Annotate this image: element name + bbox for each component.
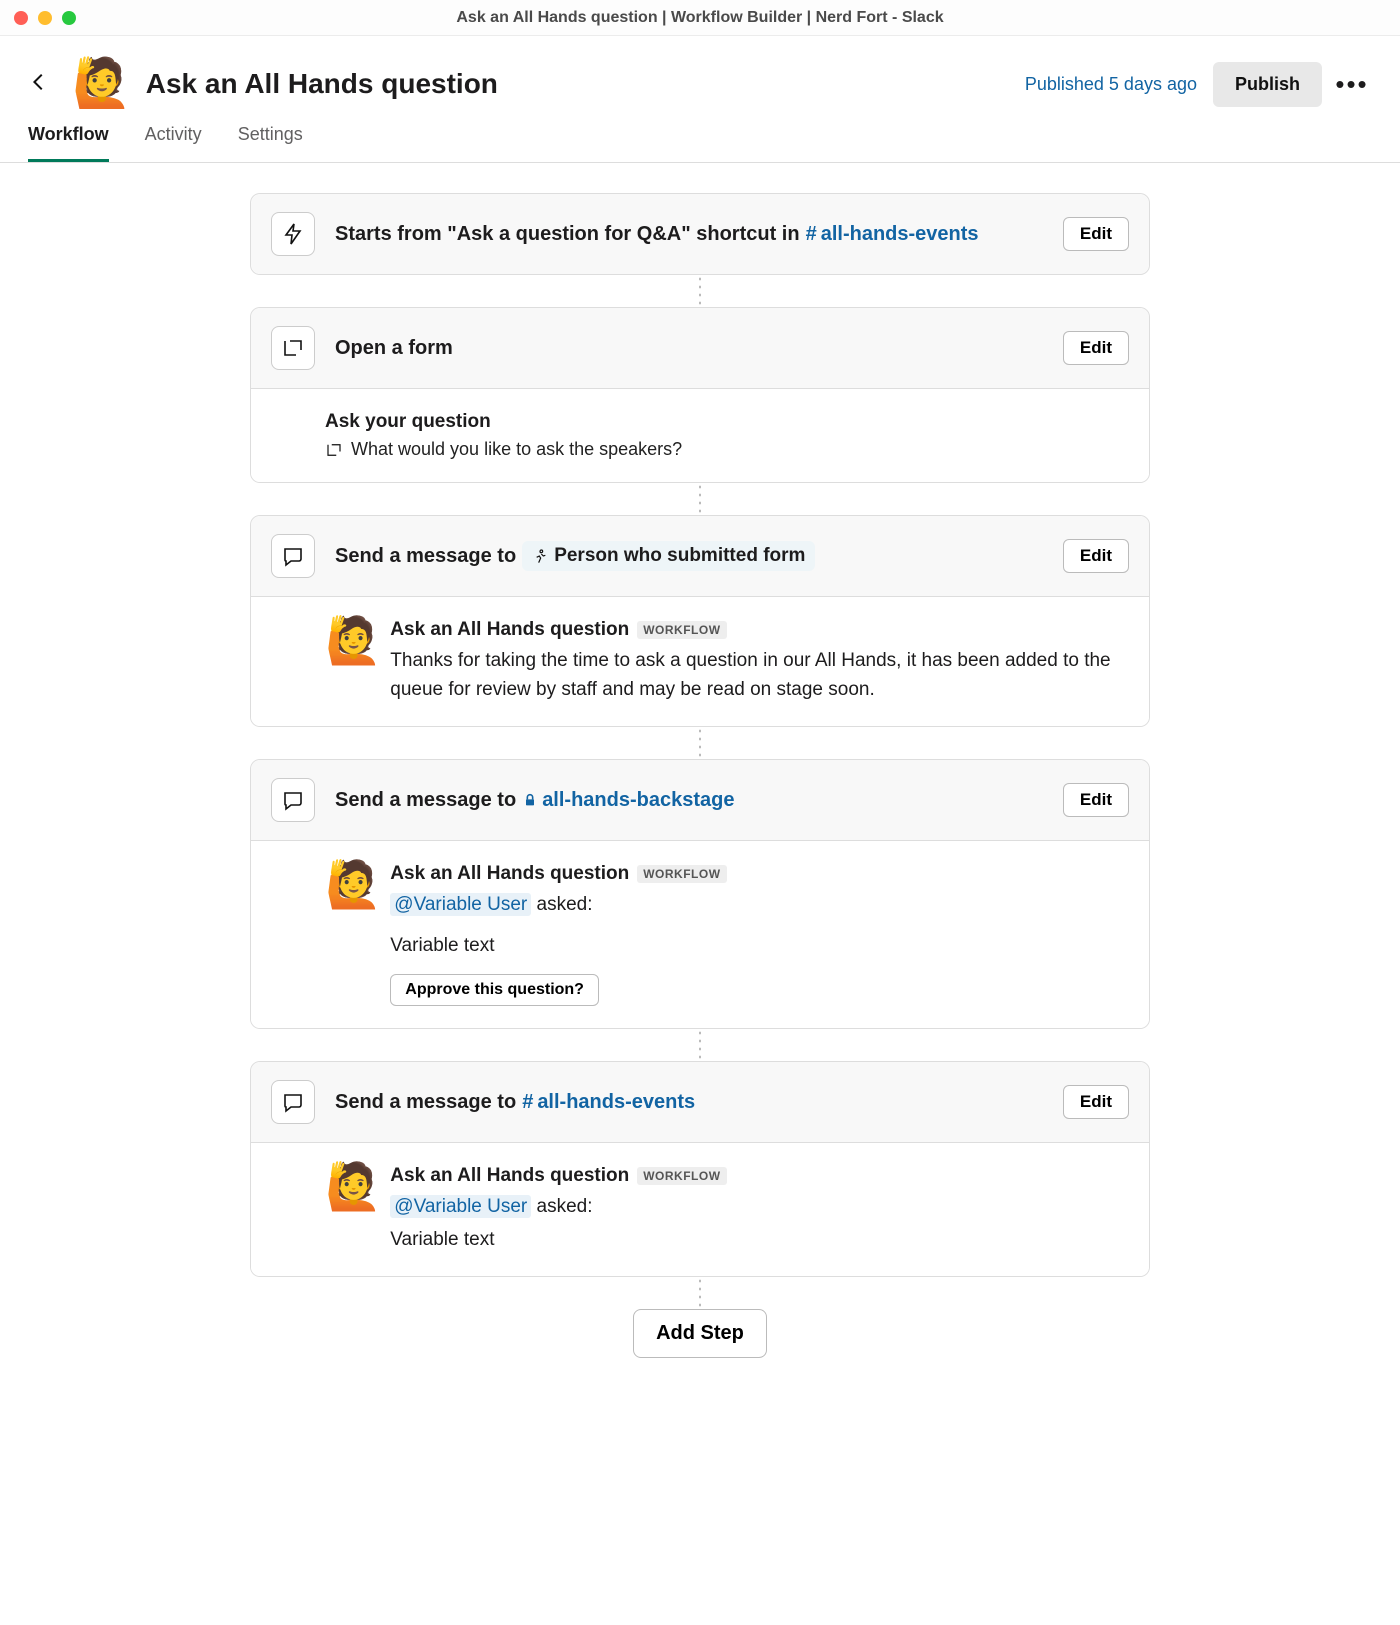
asked-suffix: asked: [537, 894, 593, 915]
step-connector [698, 483, 702, 515]
variable-text: Variable text [390, 1226, 1129, 1255]
step-trigger: Starts from "Ask a question for Q&A" sho… [250, 193, 1150, 275]
page-header: 🙋 Ask an All Hands question Published 5 … [0, 36, 1400, 108]
step-open-form: Open a form Edit Ask your question What … [250, 307, 1150, 483]
zoom-window-icon[interactable] [62, 11, 76, 25]
workflow-app-icon: 🙋 [325, 861, 382, 907]
message-events-title: Send a message to # all-hands-events [335, 1091, 1043, 1114]
tab-activity[interactable]: Activity [145, 124, 202, 162]
workflow-title: Ask an All Hands question [146, 68, 1025, 100]
workflow-emoji-icon: 🙋 [72, 60, 132, 108]
text-input-icon [325, 441, 343, 459]
tabs: Workflow Activity Settings [0, 108, 1400, 163]
minimize-window-icon[interactable] [38, 11, 52, 25]
message-app-name: Ask an All Hands question [390, 619, 629, 641]
message-icon [271, 534, 315, 578]
workflow-badge: WORKFLOW [637, 865, 726, 883]
variable-text: Variable text [390, 932, 1129, 961]
form-icon [271, 326, 315, 370]
workflow-canvas: Starts from "Ask a question for Q&A" sho… [250, 193, 1150, 1358]
trigger-prefix: Starts from "Ask a question for Q&A" sho… [335, 223, 800, 246]
window-title: Ask an All Hands question | Workflow Bui… [456, 9, 943, 27]
message-app-name: Ask an All Hands question [390, 863, 629, 885]
step-message-backstage: Send a message to all-hands-backstage Ed… [250, 759, 1150, 1029]
channel-all-hands-events-2[interactable]: # all-hands-events [522, 1091, 695, 1114]
message-body-text: Thanks for taking the time to ask a ques… [390, 647, 1129, 704]
edit-message-events-button[interactable]: Edit [1063, 1085, 1129, 1119]
workflow-badge: WORKFLOW [637, 621, 726, 639]
message-body: @Variable User asked: [390, 1193, 1129, 1222]
step-message-events: Send a message to # all-hands-events Edi… [250, 1061, 1150, 1277]
back-button[interactable] [28, 71, 50, 97]
step-connector [698, 275, 702, 307]
message-submitter-title: Send a message to Person who submitted f… [335, 541, 1043, 571]
tab-workflow[interactable]: Workflow [28, 124, 109, 162]
step-connector [698, 1277, 702, 1309]
hash-icon: # [806, 223, 817, 246]
form-field-label: Ask your question [325, 411, 1129, 433]
lock-icon [522, 792, 538, 808]
form-step-title: Open a form [335, 337, 1043, 360]
close-window-icon[interactable] [14, 11, 28, 25]
variable-user-mention[interactable]: @Variable User [390, 1195, 531, 1218]
message-icon [271, 1080, 315, 1124]
traffic-lights [0, 11, 76, 25]
edit-message-submitter-button[interactable]: Edit [1063, 539, 1129, 573]
published-status[interactable]: Published 5 days ago [1025, 74, 1197, 95]
lightning-icon [271, 212, 315, 256]
form-field-question: What would you like to ask the speakers? [325, 439, 1129, 460]
message-app-name: Ask an All Hands question [390, 1165, 629, 1187]
step-connector [698, 727, 702, 759]
channel-all-hands-backstage[interactable]: all-hands-backstage [522, 789, 734, 812]
workflow-canvas-scroll[interactable]: Starts from "Ask a question for Q&A" sho… [0, 163, 1400, 1625]
message-icon [271, 778, 315, 822]
workflow-badge: WORKFLOW [637, 1167, 726, 1185]
edit-message-backstage-button[interactable]: Edit [1063, 783, 1129, 817]
workflow-app-icon: 🙋 [325, 1163, 382, 1209]
channel-all-hands-events[interactable]: # all-hands-events [806, 223, 979, 246]
publish-button[interactable]: Publish [1213, 62, 1322, 107]
variable-user-mention[interactable]: @Variable User [390, 893, 531, 916]
edit-form-button[interactable]: Edit [1063, 331, 1129, 365]
edit-trigger-button[interactable]: Edit [1063, 217, 1129, 251]
message-backstage-title: Send a message to all-hands-backstage [335, 789, 1043, 812]
person-submitted-pill[interactable]: Person who submitted form [522, 541, 815, 571]
more-actions-button[interactable]: ••• [1332, 69, 1372, 100]
message-body: @Variable User asked: [390, 891, 1129, 920]
add-step-button[interactable]: Add Step [633, 1309, 767, 1358]
approve-question-button[interactable]: Approve this question? [390, 974, 599, 1006]
trigger-title: Starts from "Ask a question for Q&A" sho… [335, 223, 1043, 246]
tab-settings[interactable]: Settings [238, 124, 303, 162]
asked-suffix: asked: [537, 1196, 593, 1217]
workflow-app-icon: 🙋 [325, 617, 382, 663]
step-connector [698, 1029, 702, 1061]
hash-icon: # [522, 1091, 533, 1114]
window-titlebar: Ask an All Hands question | Workflow Bui… [0, 0, 1400, 36]
person-running-icon [532, 548, 548, 564]
step-message-submitter: Send a message to Person who submitted f… [250, 515, 1150, 727]
